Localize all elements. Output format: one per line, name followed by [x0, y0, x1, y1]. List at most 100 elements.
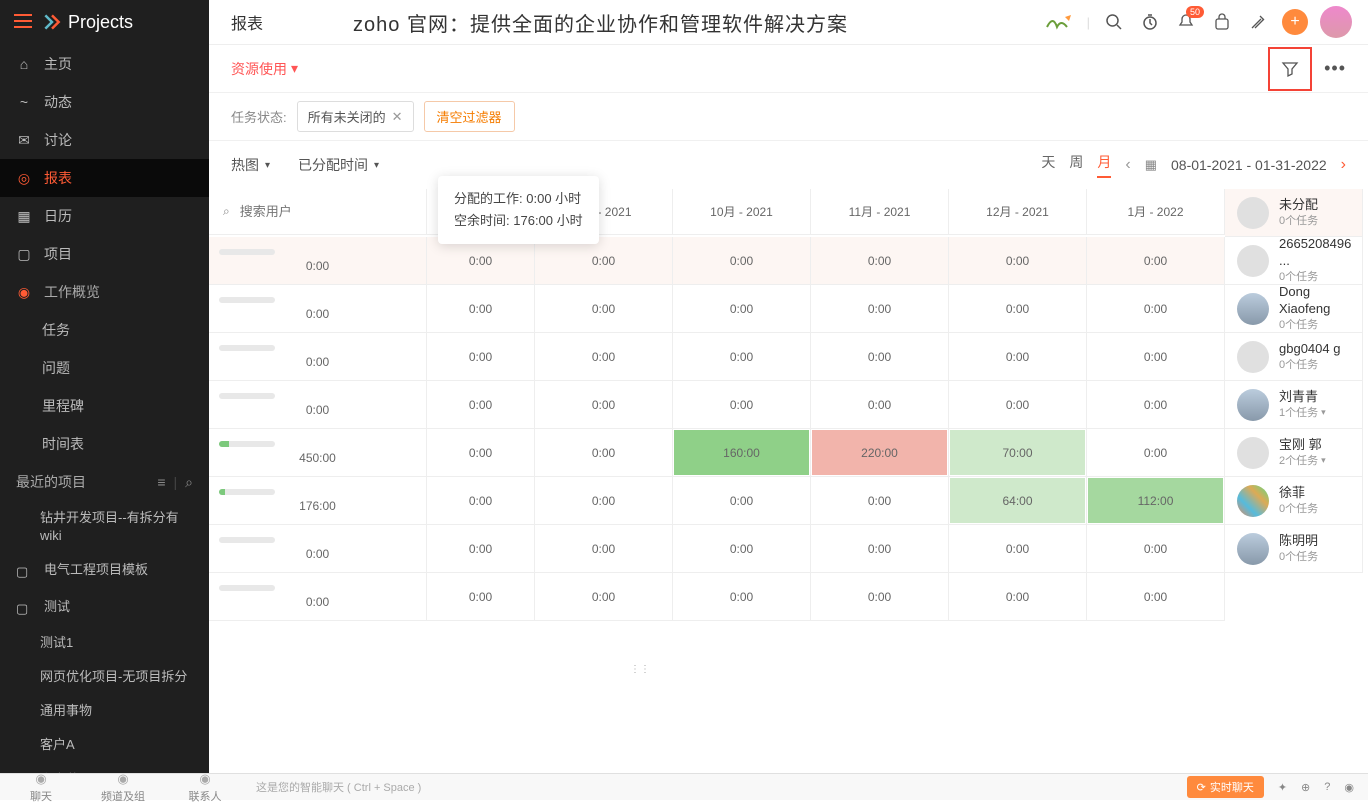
chevron-down-icon[interactable]: ▾: [1321, 407, 1326, 419]
data-cell[interactable]: 0:00: [673, 285, 811, 333]
data-cell[interactable]: 0:00: [535, 285, 673, 333]
data-cell[interactable]: 0:00: [811, 525, 949, 573]
data-cell[interactable]: 0:00: [427, 477, 535, 525]
data-cell[interactable]: 0:00: [427, 237, 535, 285]
data-cell[interactable]: 0:00: [811, 477, 949, 525]
data-cell[interactable]: 0:00: [949, 381, 1087, 429]
column-resize-handle[interactable]: ⋮⋮: [630, 664, 640, 686]
footer-tab[interactable]: ◉聊天: [0, 768, 82, 807]
filter-button[interactable]: [1268, 47, 1312, 91]
search-icon[interactable]: [1102, 10, 1126, 34]
data-cell[interactable]: 112:00: [1087, 477, 1225, 525]
data-cell[interactable]: 0:00: [673, 237, 811, 285]
data-cell[interactable]: 0:00: [673, 573, 811, 621]
headset-icon[interactable]: ◉: [1344, 781, 1354, 794]
broadcast-icon[interactable]: ⊕: [1301, 781, 1310, 794]
overview-section[interactable]: ◉工作概览: [0, 273, 209, 311]
data-cell[interactable]: 220:00: [811, 429, 949, 477]
overview-item[interactable]: 问题: [0, 349, 209, 387]
user-cell[interactable]: 未分配0个任务: [1225, 189, 1363, 237]
data-cell[interactable]: 0:00: [1087, 525, 1225, 573]
clear-filter-button[interactable]: 清空过滤器: [424, 101, 515, 132]
data-cell[interactable]: 0:00: [535, 333, 673, 381]
data-cell[interactable]: 0:00: [673, 333, 811, 381]
footer-tab[interactable]: ◉联系人: [164, 768, 246, 807]
signature-icon[interactable]: [1045, 13, 1075, 31]
user-cell[interactable]: 陈明明0个任务: [1225, 525, 1363, 573]
prev-button[interactable]: ‹: [1125, 156, 1130, 174]
search-input[interactable]: [240, 204, 416, 219]
next-button[interactable]: ›: [1341, 156, 1346, 174]
user-cell[interactable]: Dong Xiaofeng0个任务: [1225, 285, 1363, 333]
data-cell[interactable]: 0:00: [949, 333, 1087, 381]
data-cell[interactable]: 0:00: [535, 381, 673, 429]
data-cell[interactable]: 0:00: [1087, 381, 1225, 429]
nav-target[interactable]: ◎报表: [0, 159, 209, 197]
project-item[interactable]: 网页优化项目-无项目拆分: [0, 660, 209, 694]
user-cell[interactable]: gbg0404 g0个任务: [1225, 333, 1363, 381]
filter-icon[interactable]: ≡: [157, 474, 165, 491]
recent-section[interactable]: 最近的项目 ≡|⌕: [0, 463, 209, 501]
data-cell[interactable]: 0:00: [1087, 573, 1225, 621]
heatmap-dropdown[interactable]: 热图 ▾: [231, 155, 270, 175]
project-item[interactable]: 通用事物: [0, 694, 209, 728]
menu-icon[interactable]: [14, 14, 32, 31]
data-cell[interactable]: 0:00: [949, 237, 1087, 285]
user-cell[interactable]: 刘青青1个任务 ▾: [1225, 381, 1363, 429]
bell-icon[interactable]: 50: [1174, 10, 1198, 34]
data-cell[interactable]: 64:00: [949, 477, 1087, 525]
data-cell[interactable]: 0:00: [673, 525, 811, 573]
nav-calendar[interactable]: ▦日历: [0, 197, 209, 235]
allocated-dropdown[interactable]: 已分配时间 ▾: [298, 155, 379, 175]
overview-item[interactable]: 时间表: [0, 425, 209, 463]
data-cell[interactable]: 0:00: [1087, 237, 1225, 285]
data-cell[interactable]: 0:00: [535, 237, 673, 285]
overview-item[interactable]: 里程碑: [0, 387, 209, 425]
nav-folder[interactable]: ▢项目: [0, 235, 209, 273]
data-cell[interactable]: 70:00: [949, 429, 1087, 477]
data-cell[interactable]: 0:00: [811, 381, 949, 429]
data-cell[interactable]: 0:00: [427, 285, 535, 333]
user-avatar[interactable]: [1320, 6, 1352, 38]
data-cell[interactable]: 0:00: [1087, 285, 1225, 333]
search-icon[interactable]: ⌕: [185, 474, 193, 491]
tools-icon[interactable]: [1246, 10, 1270, 34]
bag-icon[interactable]: [1210, 10, 1234, 34]
live-chat-button[interactable]: ⟳实时聊天: [1187, 776, 1264, 798]
nav-chat[interactable]: ✉讨论: [0, 121, 209, 159]
user-cell[interactable]: 2665208496 ...0个任务: [1225, 237, 1363, 285]
data-cell[interactable]: 0:00: [1087, 429, 1225, 477]
project-item[interactable]: 客户A: [0, 728, 209, 762]
data-cell[interactable]: 0:00: [535, 573, 673, 621]
project-item[interactable]: ▢测试: [0, 590, 209, 626]
data-cell[interactable]: 0:00: [1087, 333, 1225, 381]
data-cell[interactable]: 0:00: [673, 477, 811, 525]
data-cell[interactable]: 0:00: [811, 333, 949, 381]
data-cell[interactable]: 0:00: [427, 333, 535, 381]
add-button[interactable]: +: [1282, 9, 1308, 35]
sparkle-icon[interactable]: ✦: [1278, 781, 1287, 794]
data-cell[interactable]: 0:00: [811, 285, 949, 333]
chevron-down-icon[interactable]: ▾: [1321, 455, 1326, 467]
overview-item[interactable]: 任务: [0, 311, 209, 349]
project-item[interactable]: ▢电气工程项目模板: [0, 553, 209, 589]
view-month[interactable]: 月: [1097, 152, 1111, 178]
search-icon[interactable]: ⌕: [223, 204, 230, 219]
resource-dropdown[interactable]: 资源使用 ▾: [231, 59, 298, 79]
data-cell[interactable]: 0:00: [811, 573, 949, 621]
data-cell[interactable]: 0:00: [427, 573, 535, 621]
nav-home[interactable]: ⌂主页: [0, 45, 209, 83]
data-cell[interactable]: 0:00: [949, 285, 1087, 333]
logo[interactable]: Projects: [42, 12, 133, 33]
user-cell[interactable]: 徐菲0个任务: [1225, 477, 1363, 525]
calendar-icon[interactable]: ▦: [1145, 157, 1157, 173]
close-icon[interactable]: ✕: [392, 109, 403, 125]
help-icon[interactable]: ?: [1324, 781, 1330, 793]
data-cell[interactable]: 0:00: [535, 525, 673, 573]
resource-grid[interactable]: ⌕19月 - 202110月 - 202111月 - 202112月 - 202…: [209, 189, 1368, 773]
data-cell[interactable]: 0:00: [535, 429, 673, 477]
data-cell[interactable]: 0:00: [949, 573, 1087, 621]
view-week[interactable]: 周: [1069, 152, 1083, 178]
footer-tab[interactable]: ◉频道及组: [82, 768, 164, 807]
data-cell[interactable]: 0:00: [427, 525, 535, 573]
